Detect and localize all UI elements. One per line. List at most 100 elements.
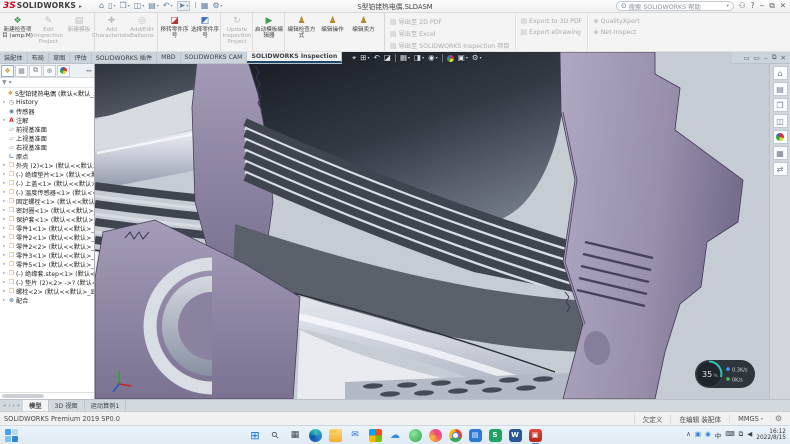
separator[interactable] xyxy=(395,54,396,62)
search-input[interactable]: ⊙ 搜索 SOLIDWORKS 帮助 ▾ xyxy=(616,1,734,11)
cast-icon[interactable]: ⧉ xyxy=(739,430,744,440)
wps-app[interactable]: W xyxy=(509,429,522,442)
forum-icon[interactable]: ⇄ xyxy=(773,162,788,176)
print-icon[interactable]: ▤ xyxy=(148,2,159,10)
export-item[interactable]: ▤Export to 3D PDF xyxy=(521,17,583,25)
tree-filter[interactable]: ▼ ▾ xyxy=(0,78,94,88)
tab-scroll-arrow-icon[interactable]: ‹ xyxy=(8,403,10,409)
tree-item[interactable]: ▸ ❒ 螺栓<2> (默认<<默认>_显示状态 xyxy=(0,287,94,296)
select-tool-icon[interactable]: ➤ xyxy=(177,1,191,11)
tray-expand-icon[interactable]: ∧ xyxy=(686,430,691,440)
view-palette-icon[interactable]: ◫ xyxy=(773,114,788,128)
tree-item[interactable]: ▸ ❒ (-) 垫片 (2)<2> ->? (默认<<默认> xyxy=(0,278,94,287)
tab-configurationmanager[interactable]: ⧉ xyxy=(29,65,42,77)
file-properties-icon[interactable]: ▦ xyxy=(201,2,209,10)
solidworks-resources-icon[interactable]: ⌂ xyxy=(773,66,788,80)
tab-scroll-arrow-icon[interactable]: › xyxy=(13,403,15,409)
custom-properties-icon[interactable]: ▦ xyxy=(773,146,788,160)
doc-window-icon[interactable]: ▭ xyxy=(754,54,760,62)
zoom-area-icon[interactable]: ⊞ xyxy=(360,54,369,62)
open-file-icon[interactable]: ❒ xyxy=(119,2,129,10)
view-orientation-icon[interactable]: ▦ xyxy=(400,54,410,62)
ribbon-button[interactable]: ❖ 新建检查项目 (amp:M) xyxy=(2,13,33,51)
browser-pink[interactable] xyxy=(429,429,442,442)
units-selector[interactable]: MMGS xyxy=(729,415,771,423)
tree-item[interactable]: ▸ ❒ (-) 上盖<1> (默认<<默认>_显示状 xyxy=(0,179,94,188)
help-icon[interactable]: ? xyxy=(751,2,755,10)
ribbon-button[interactable]: ◩ 选择零件序号 xyxy=(190,13,221,51)
ime-indicator[interactable]: 中 xyxy=(715,430,722,440)
tree-item[interactable]: ▱ 右视基准面 xyxy=(0,143,94,152)
edge-browser[interactable] xyxy=(309,429,322,442)
ribbon-button[interactable]: ✚ Add Characteristic xyxy=(96,13,127,51)
account-icon[interactable]: ⚇ xyxy=(739,2,746,10)
export-item[interactable]: ▤Export eDrawing xyxy=(521,28,583,36)
tab-scroll-arrow-icon[interactable]: » xyxy=(17,403,20,409)
export-item[interactable]: ◈Net-Inspect xyxy=(593,28,639,36)
status-gear-icon[interactable]: ⚙ xyxy=(771,414,786,423)
display-style-icon[interactable]: ◨ xyxy=(414,54,424,62)
tree-item[interactable]: ▸ ❒ 外壳 (2)<1> (默认<<默认>_显示状 xyxy=(0,161,94,170)
solidworks-app[interactable]: ▣ xyxy=(529,429,542,442)
commandmanager-tab[interactable]: 评估 xyxy=(70,52,91,63)
undo-icon[interactable]: ↶ xyxy=(163,2,173,10)
tree-item[interactable]: ▸ ❒ 零件3<1> (默认<<默认>_显示状态 xyxy=(0,251,94,260)
tree-hscrollbar[interactable] xyxy=(0,392,94,399)
commandmanager-tab[interactable]: SOLIDWORKS CAM xyxy=(181,52,248,63)
hide-show-items-icon[interactable]: ◉ xyxy=(428,54,438,62)
appearances-icon[interactable] xyxy=(773,130,788,144)
tree-item[interactable]: ❖ S型铂铑热电偶 (默认<默认_显示状态-1 xyxy=(0,89,94,98)
ribbon-button[interactable]: ▤ 新建模板 xyxy=(64,13,95,51)
cloud-app[interactable]: ☁ xyxy=(389,429,402,442)
docs-app[interactable]: ▤ xyxy=(469,429,482,442)
tree-item[interactable]: ▸ ❒ 密封圈<1> (默认<<默认>_显示状 xyxy=(0,206,94,215)
file-explorer-icon[interactable]: ❒ xyxy=(773,98,788,112)
doc-restore-icon[interactable]: ⧉ xyxy=(772,53,777,62)
tree-item[interactable]: ∟ 原点 xyxy=(0,152,94,161)
section-view-icon[interactable]: ◪ xyxy=(384,54,391,62)
task-view-button[interactable]: ▦ xyxy=(289,429,302,442)
home-icon[interactable]: ⌂ xyxy=(99,2,104,10)
panel-arrows-icon[interactable]: ◂▸ xyxy=(86,68,93,74)
tree-item[interactable]: ▸ ❒ (-) 绝缘垫片<1> (默认<<默认>_显 xyxy=(0,170,94,179)
tree-item[interactable]: ▱ 前视基准面 xyxy=(0,125,94,134)
doc-minimize-icon[interactable]: ‒ xyxy=(764,54,768,62)
search-dropdown-icon[interactable]: ▾ xyxy=(727,4,729,9)
commandmanager-tab[interactable]: 布局 xyxy=(28,52,49,63)
save-icon[interactable]: ◫ xyxy=(134,2,145,10)
tree-item[interactable]: ▸ ❒ 零件5<1> (默认<<默认>_显示状态 xyxy=(0,260,94,269)
filter-caret-icon[interactable]: ▾ xyxy=(9,79,12,86)
ribbon-button[interactable]: ♟ 编辑检查方式 xyxy=(286,13,317,51)
close-button[interactable]: ✕ xyxy=(780,2,786,10)
logo-expand-arrow-icon[interactable]: ▸ xyxy=(79,3,82,10)
chrome-browser[interactable] xyxy=(449,429,462,442)
edit-appearance-icon[interactable] xyxy=(447,55,454,62)
tree-item[interactable]: ◉ 传感器 xyxy=(0,107,94,116)
tab-featuremanager-tree[interactable]: ❖ xyxy=(1,65,14,77)
browser-green[interactable] xyxy=(409,429,422,442)
minimize-button[interactable]: ‒ xyxy=(760,2,765,10)
ribbon-button[interactable]: ↻ Update Inspection Project xyxy=(222,13,253,51)
tree-item[interactable]: ▸ ❒ 零件2<1> (默认<<默认>_显示状态 xyxy=(0,233,94,242)
mail-app[interactable]: ✉ xyxy=(349,429,362,442)
export-item[interactable]: ▤导出至 SOLIDWORKS Inspection 项目 xyxy=(390,41,510,50)
scrollbar-thumb[interactable] xyxy=(2,394,44,398)
apply-scene-icon[interactable]: ▣ xyxy=(458,54,468,62)
design-library-icon[interactable]: ▤ xyxy=(773,82,788,96)
tree-item[interactable]: ▸ ◷ History xyxy=(0,98,94,107)
tree-item[interactable]: ▸ ❒ 零件1<1> (默认<<默认>_显示状态 xyxy=(0,224,94,233)
rebuild-icon[interactable]: ⁝ xyxy=(194,2,197,10)
onedrive-icon[interactable]: ▣ xyxy=(695,430,701,440)
new-file-icon[interactable]: ▯ xyxy=(108,2,115,10)
tree-item[interactable]: ▸ A 注解 xyxy=(0,116,94,125)
restore-button[interactable]: ⧉ xyxy=(769,2,774,10)
export-item[interactable]: ◈QualityXpert xyxy=(593,17,639,25)
tree-item[interactable]: ▸ ❒ (-) 绝缘套.step<1> (默认<<默认> xyxy=(0,269,94,278)
ribbon-button[interactable]: ◪ 移转零件序号 xyxy=(159,13,190,51)
commandmanager-tab[interactable]: MBD xyxy=(157,52,180,63)
location-icon[interactable]: ◉ xyxy=(705,430,711,440)
tab-propertymanager[interactable]: ▦ xyxy=(15,65,28,77)
tree-item[interactable]: ▸ ❒ (-) 温度传感器<1> (默认<<默认>_ xyxy=(0,188,94,197)
commandmanager-tab[interactable]: 装配体 xyxy=(0,52,28,63)
tab-displaymanager[interactable] xyxy=(57,65,70,77)
